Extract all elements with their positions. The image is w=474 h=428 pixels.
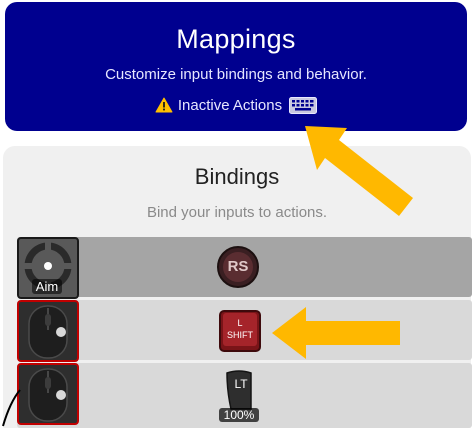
binding-row-trigger[interactable]: LT 100% (17, 363, 472, 428)
warning-icon (155, 97, 173, 113)
arrow-to-shift-binding (272, 307, 400, 359)
inactive-actions-label: Inactive Actions (177, 96, 283, 114)
inactive-actions-button[interactable]: Inactive Actions (5, 95, 467, 115)
left-trigger-icon (226, 370, 252, 410)
mappings-header: Mappings Customize input bindings and be… (5, 2, 467, 131)
right-stick-binding[interactable]: RS (216, 245, 260, 289)
binding-row-shift[interactable]: L SHIFT (17, 300, 472, 362)
mouse-action-tile[interactable] (17, 300, 79, 362)
app-root: Mappings Customize input bindings and be… (0, 0, 474, 428)
mouse-icon (28, 368, 68, 422)
annotation-stroke (2, 389, 21, 427)
page-subtitle: Customize input bindings and behavior. (105, 66, 367, 83)
mouse-action-tile-2[interactable] (17, 363, 79, 425)
shift-key-top-label: L (237, 318, 243, 328)
trigger-threshold-value: 100% (219, 408, 259, 422)
shift-key-bottom-label: SHIFT (227, 330, 253, 340)
mouse-icon (28, 305, 68, 359)
left-shift-binding[interactable]: L SHIFT (219, 310, 261, 352)
right-stick-label: RS (227, 258, 249, 275)
binding-row-aim[interactable]: Aim RS (17, 237, 472, 299)
arrow-to-inactive-actions (305, 126, 413, 216)
aim-action-tile[interactable]: Aim (17, 237, 79, 299)
left-trigger-label: LT (234, 377, 248, 391)
left-trigger-binding[interactable]: LT 100% (217, 369, 261, 425)
page-title: Mappings (176, 24, 296, 54)
aim-label: Aim (32, 279, 62, 294)
keyboard-icon (289, 96, 318, 114)
